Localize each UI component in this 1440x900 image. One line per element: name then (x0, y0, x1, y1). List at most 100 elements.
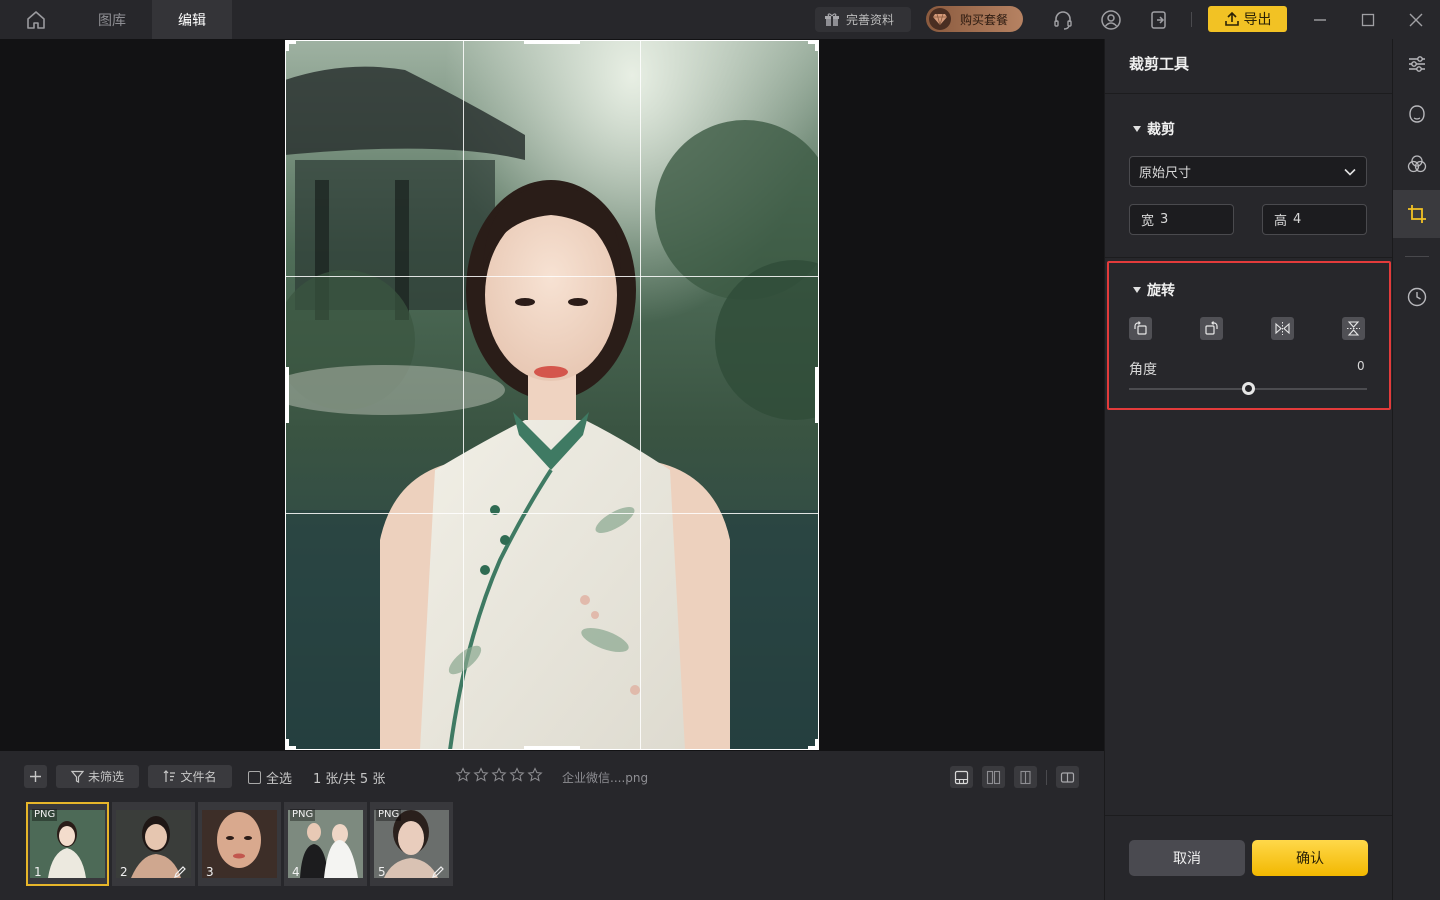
crop-handle-right[interactable] (815, 367, 819, 423)
crop-handle-bottom-left[interactable] (285, 739, 289, 750)
crop-ratio-value: 原始尺寸 (1139, 166, 1192, 181)
star-icon[interactable] (509, 767, 525, 783)
home-icon (25, 9, 47, 31)
select-all-checkbox[interactable]: 全选 (248, 768, 292, 787)
tool-history-button[interactable] (1393, 273, 1440, 321)
width-value[interactable]: 3 (1160, 212, 1168, 227)
buy-package-label: 购买套餐 (960, 12, 1009, 27)
width-label: 宽 (1141, 214, 1155, 229)
thumbnail-format-badge: PNG (32, 809, 58, 821)
panel-divider (1105, 815, 1393, 816)
rotate-left-icon (1133, 321, 1148, 336)
add-image-button[interactable] (24, 765, 47, 788)
crop-handle-top-left[interactable] (285, 40, 289, 51)
panel-title: 裁剪工具 (1129, 55, 1190, 73)
crop-handle-top-right[interactable] (815, 40, 819, 51)
tool-separator (1405, 256, 1429, 257)
cancel-button[interactable]: 取消 (1129, 840, 1245, 876)
view-filmstrip-button[interactable] (950, 766, 973, 788)
buy-package-button[interactable]: 购买套餐 (926, 6, 1023, 32)
close-window-button[interactable] (1404, 8, 1428, 32)
tool-crop-button[interactable] (1393, 190, 1440, 238)
thumbnail-number: 1 (34, 865, 42, 879)
maximize-icon (1361, 13, 1375, 27)
view-compare-left-button[interactable] (982, 766, 1005, 788)
compare-left-icon (986, 770, 1001, 785)
crop-section-label: 裁剪 (1147, 122, 1175, 138)
tab-gallery[interactable]: 图库 (72, 0, 152, 39)
collapse-triangle-icon (1133, 287, 1141, 293)
edited-pencil-icon (174, 866, 186, 878)
rating-stars[interactable] (455, 767, 543, 783)
flip-horizontal-icon (1275, 321, 1290, 336)
current-filename: 企业微信....png (562, 771, 649, 785)
view-compare-right-button[interactable] (1014, 766, 1037, 788)
checkbox-box[interactable] (248, 771, 261, 784)
crop-grid-line (286, 276, 818, 277)
flip-horizontal-button[interactable] (1271, 317, 1294, 340)
flip-vertical-button[interactable] (1342, 317, 1365, 340)
crop-ratio-select[interactable]: 原始尺寸 (1129, 156, 1367, 187)
logout-button[interactable] (1147, 8, 1171, 32)
adjust-sliders-icon (1406, 53, 1428, 75)
tool-color-button[interactable] (1393, 140, 1440, 188)
rotate-right-button[interactable] (1200, 317, 1223, 340)
rotate-section-toggle[interactable]: 旋转 (1133, 280, 1175, 300)
home-button[interactable] (22, 8, 50, 32)
close-icon (1409, 13, 1423, 27)
gift-icon (824, 12, 840, 28)
thumbnail-4[interactable]: PNG 4 (284, 802, 367, 886)
star-icon[interactable] (491, 767, 507, 783)
confirm-button[interactable]: 确认 (1252, 840, 1368, 876)
tool-adjust-button[interactable] (1393, 40, 1440, 88)
view-split-button[interactable] (1056, 766, 1079, 788)
crop-width-field[interactable]: 宽 3 (1129, 204, 1234, 235)
star-icon[interactable] (473, 767, 489, 783)
thumbnail-2[interactable]: 2 (112, 802, 195, 886)
sort-icon (163, 770, 176, 783)
minimize-button[interactable] (1308, 8, 1332, 32)
filter-icon (70, 770, 84, 783)
star-icon[interactable] (455, 767, 471, 783)
maximize-button[interactable] (1356, 8, 1380, 32)
filter-button[interactable]: 未筛选 (56, 765, 139, 788)
sort-button[interactable]: 文件名 (148, 765, 232, 788)
tool-strip (1392, 39, 1440, 900)
crop-handle-left[interactable] (285, 367, 289, 423)
tab-edit[interactable]: 编辑 (152, 0, 232, 39)
rotate-right-icon (1204, 321, 1219, 336)
star-icon[interactable] (527, 767, 543, 783)
crop-height-field[interactable]: 高 4 (1262, 204, 1367, 235)
export-button[interactable]: 导出 (1208, 6, 1287, 32)
filmstrip-bar: 未筛选 文件名 全选 1 张/共 5 张 企业微信....png PNG 1 2 (0, 751, 1104, 900)
titlebar-separator (1191, 12, 1192, 27)
angle-value: 0 (1357, 359, 1365, 373)
complete-profile-button[interactable]: 完善资料 (815, 7, 911, 32)
height-value[interactable]: 4 (1293, 212, 1301, 227)
tool-face-button[interactable] (1393, 90, 1440, 138)
plus-icon (29, 770, 42, 783)
sort-label: 文件名 (180, 770, 217, 784)
crop-section-toggle[interactable]: 裁剪 (1133, 119, 1175, 139)
thumbnail-number: 3 (206, 865, 214, 879)
headset-icon (1052, 9, 1074, 31)
account-button[interactable] (1099, 8, 1123, 32)
compare-right-icon (1018, 770, 1033, 785)
export-label: 导出 (1243, 12, 1272, 28)
image-canvas[interactable] (0, 39, 1104, 751)
angle-slider-thumb[interactable] (1241, 382, 1255, 395)
height-label: 高 (1274, 214, 1288, 229)
thumbnail-1[interactable]: PNG 1 (26, 802, 109, 886)
support-button[interactable] (1051, 8, 1075, 32)
flip-vertical-icon (1346, 321, 1361, 336)
rotate-left-button[interactable] (1129, 317, 1152, 340)
title-bar: 图库 编辑 完善资料 购买套餐 导出 (0, 0, 1440, 39)
crop-handle-top[interactable] (524, 40, 580, 44)
thumbnail-5[interactable]: PNG 5 (370, 802, 453, 886)
panel-divider (1105, 93, 1393, 94)
crop-handle-bottom[interactable] (524, 746, 580, 750)
crop-frame[interactable] (285, 40, 819, 750)
thumbnail-3[interactable]: 3 (198, 802, 281, 886)
crop-handle-bottom-right[interactable] (815, 739, 819, 750)
user-icon (1100, 9, 1122, 31)
